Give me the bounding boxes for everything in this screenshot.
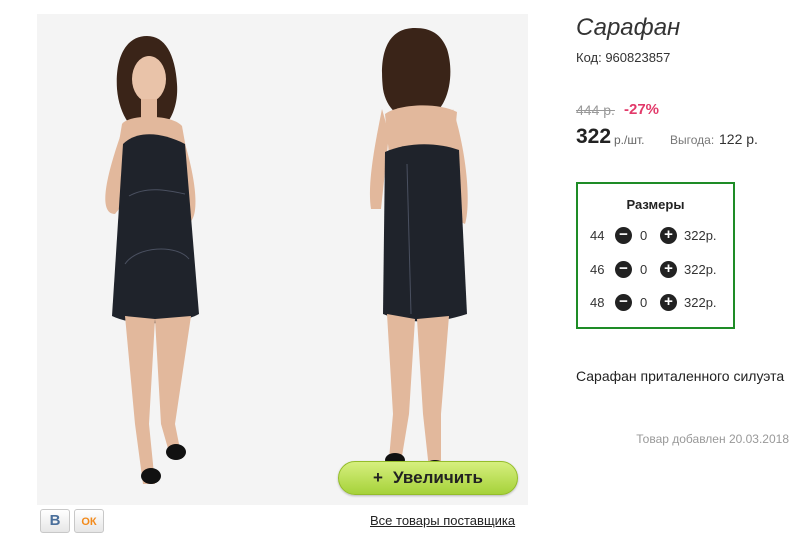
size-price: 322р.	[684, 228, 717, 243]
plus-icon: +	[373, 468, 383, 487]
size-label: 48	[590, 295, 605, 310]
size-row: 46 − 0 + 322р.	[578, 260, 733, 280]
plus-icon[interactable]: +	[660, 227, 677, 244]
size-label: 44	[590, 228, 605, 243]
zoom-label: Увеличить	[392, 468, 483, 487]
size-price: 322р.	[684, 262, 717, 277]
size-price: 322р.	[684, 295, 717, 310]
benefit-value: 122 р.	[719, 131, 758, 147]
size-row: 44 − 0 + 322р.	[578, 226, 733, 246]
model-back	[369, 28, 468, 474]
current-price: 322	[576, 125, 612, 148]
quantity-value: 0	[640, 262, 648, 277]
minus-icon[interactable]: −	[615, 227, 632, 244]
product-code: Код: 960823857	[576, 50, 671, 65]
minus-icon[interactable]: −	[615, 261, 632, 278]
sizes-panel: Размеры 44 − 0 + 322р. 46 − 0 + 322р. 48…	[576, 182, 735, 329]
price-unit: р./шт.	[614, 133, 645, 147]
sizes-title: Размеры	[626, 197, 685, 212]
plus-icon[interactable]: +	[660, 261, 677, 278]
quantity-value: 0	[640, 295, 648, 310]
benefit-label: Выгода:	[670, 133, 715, 147]
vk-share-button[interactable]: В	[40, 509, 70, 533]
discount-badge: -27%	[624, 101, 660, 118]
size-row: 48 − 0 + 322р.	[578, 293, 733, 313]
product-description: Сарафан приталенного силуэта	[576, 368, 785, 384]
size-label: 46	[590, 262, 605, 277]
product-photo[interactable]: + Увеличить	[37, 14, 528, 505]
vk-icon: В	[49, 512, 61, 529]
odnoklassniki-icon: ОК	[81, 516, 97, 528]
quantity-value: 0	[640, 228, 648, 243]
minus-icon[interactable]: −	[615, 294, 632, 311]
product-title: Сарафан	[576, 14, 681, 41]
plus-icon[interactable]: +	[660, 294, 677, 311]
dress-photo-illustration	[105, 28, 468, 484]
supplier-products-link[interactable]: Все товары поставщика	[370, 513, 515, 528]
zoom-button[interactable]: + Увеличить	[338, 461, 518, 495]
model-front	[105, 36, 199, 484]
ok-share-button[interactable]: ОК	[74, 509, 104, 533]
old-price: 444 р.	[576, 102, 615, 118]
date-added: Товар добавлен 20.03.2018	[636, 432, 789, 446]
